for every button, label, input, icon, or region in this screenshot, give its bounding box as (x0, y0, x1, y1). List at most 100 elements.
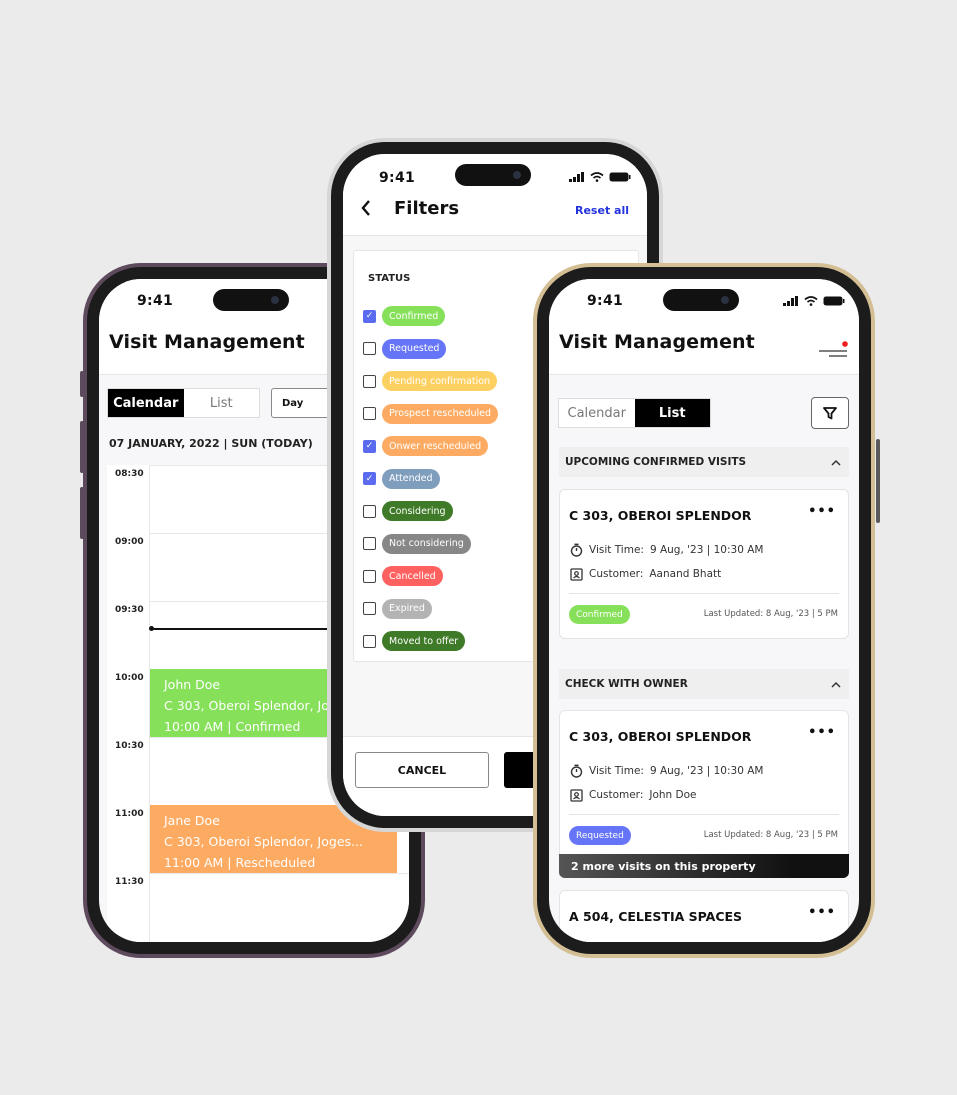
back-button[interactable] (359, 198, 373, 222)
checkbox[interactable] (363, 407, 376, 420)
battery-icon (823, 296, 845, 306)
filters-header: 9:41 Filters Reset all (343, 154, 647, 236)
id-badge-icon (570, 789, 583, 802)
time-label: 08:30 (115, 469, 144, 479)
event-address: C 303, Oberoi Splendor, Joges... (164, 834, 363, 849)
status-filter-option[interactable]: ✓ Confirmed (363, 306, 446, 326)
status-chip: Attended (382, 468, 440, 489)
section-title: UPCOMING CONFIRMED VISITS (565, 456, 747, 468)
chevron-up-icon (831, 681, 841, 688)
dynamic-island (213, 289, 289, 311)
checkbox[interactable]: ✓ (363, 472, 376, 485)
status-filter-option[interactable]: Moved to offer (363, 631, 466, 651)
funnel-icon (823, 407, 837, 420)
status-icons (569, 172, 631, 182)
tab-list[interactable]: List (634, 399, 710, 427)
wifi-icon (804, 296, 818, 306)
chevron-up-icon (831, 459, 841, 466)
more-options-button[interactable]: ••• (808, 504, 836, 519)
checkbox[interactable] (363, 634, 376, 648)
visit-card[interactable]: C 303, OBEROI SPLENDOR ••• Visit Time: 9… (559, 489, 849, 639)
property-name: C 303, OBEROI SPLENDOR (569, 729, 752, 744)
visit-card[interactable]: A 504, CELESTIA SPACES ••• (559, 890, 849, 942)
status-filter-option[interactable]: Pending confirmation (363, 371, 498, 391)
checkbox[interactable]: ✓ (363, 439, 376, 453)
volume-up-button (80, 421, 84, 473)
view-toggle: Calendar List (107, 388, 260, 418)
checkbox[interactable]: ✓ (363, 309, 376, 323)
visit-card[interactable]: C 303, OBEROI SPLENDOR ••• Visit Time: 9… (559, 710, 849, 876)
checkbox[interactable] (363, 602, 376, 615)
dynamic-island (455, 164, 531, 186)
section-title: CHECK WITH OWNER (565, 678, 688, 690)
time-label: 09:30 (115, 605, 144, 615)
status-filter-option[interactable]: Expired (363, 598, 432, 619)
visit-time-label: Visit Time: (589, 765, 644, 777)
status-chip: Onwer rescheduled (382, 436, 489, 456)
cancel-button[interactable]: CANCEL (355, 752, 489, 788)
silent-switch (80, 371, 84, 397)
time-label: 09:00 (115, 537, 144, 547)
checkbox[interactable] (363, 342, 376, 355)
status-filter-option[interactable]: Prospect rescheduled (363, 403, 499, 424)
more-visits-banner[interactable]: 2 more visits on this property (559, 854, 849, 878)
visit-time-row: Visit Time: 9 Aug, '23 | 10:30 AM (570, 764, 763, 778)
customer-value: Aanand Bhatt (649, 568, 722, 580)
last-updated: Last Updated: 8 Aug, '23 | 5 PM (703, 830, 838, 840)
time-label: 10:30 (115, 741, 144, 751)
menu-button[interactable] (817, 339, 849, 359)
more-options-button[interactable]: ••• (808, 725, 836, 740)
range-select-value: Day (282, 397, 304, 409)
id-badge-icon (570, 568, 583, 581)
status-chip: Not considering (382, 533, 471, 554)
menu-with-notification-icon (819, 341, 848, 357)
section-header[interactable]: CHECK WITH OWNER (559, 669, 849, 699)
status-filter-option[interactable]: Requested (363, 338, 447, 359)
section-header[interactable]: UPCOMING CONFIRMED VISITS (559, 447, 849, 477)
last-updated: Last Updated: 8 Aug, '23 | 5 PM (703, 609, 838, 619)
status-icons (783, 296, 845, 306)
reset-all-link[interactable]: Reset all (575, 204, 629, 217)
status-badge: Requested (569, 826, 631, 845)
more-options-button[interactable]: ••• (808, 905, 836, 920)
customer-label: Customer: (589, 568, 644, 580)
visit-time-value: 9 Aug, '23 | 10:30 AM (649, 765, 764, 777)
status-filter-option[interactable]: Not considering (363, 533, 471, 554)
customer-row: Customer: John Doe (570, 788, 697, 802)
list-phone: 9:41 Visit Management Calendar List UPCO… (533, 263, 880, 958)
stopwatch-icon (570, 764, 583, 778)
status-filter-option[interactable]: Considering (363, 501, 453, 521)
checkbox[interactable] (363, 504, 376, 518)
app-header: 9:41 Visit Management (549, 279, 859, 375)
status-filter-option[interactable]: Cancelled (363, 566, 443, 586)
signal-icon (783, 296, 798, 306)
time-label: 11:00 (115, 809, 144, 819)
battery-icon (609, 172, 631, 182)
tab-calendar[interactable]: Calendar (559, 399, 635, 427)
customer-row: Customer: Aanand Bhatt (570, 567, 721, 581)
signal-icon (569, 172, 584, 182)
status-chip: Prospect rescheduled (382, 403, 499, 424)
time-label: 11:30 (115, 877, 144, 887)
status-time: 9:41 (379, 170, 416, 186)
dynamic-island (663, 289, 739, 311)
section-label: STATUS (368, 273, 411, 284)
filter-button[interactable] (811, 397, 849, 429)
status-chip: Confirmed (382, 306, 446, 326)
customer-value: John Doe (649, 789, 697, 801)
checkbox[interactable] (363, 537, 376, 550)
checkbox[interactable] (363, 569, 376, 583)
status-filter-option[interactable]: ✓ Attended (363, 468, 440, 489)
time-label: 10:00 (115, 673, 144, 683)
chevron-left-icon (361, 200, 370, 216)
checkbox[interactable] (363, 374, 376, 388)
tab-calendar[interactable]: Calendar (108, 389, 184, 417)
page-title: Filters (394, 198, 460, 219)
visit-time-value: 9 Aug, '23 | 10:30 AM (649, 544, 764, 556)
status-chip: Expired (382, 598, 432, 619)
status-chip: Requested (382, 338, 447, 359)
status-chip: Moved to offer (382, 631, 466, 651)
stopwatch-icon (570, 543, 583, 557)
status-filter-option[interactable]: ✓ Onwer rescheduled (363, 436, 489, 456)
tab-list[interactable]: List (184, 389, 260, 417)
